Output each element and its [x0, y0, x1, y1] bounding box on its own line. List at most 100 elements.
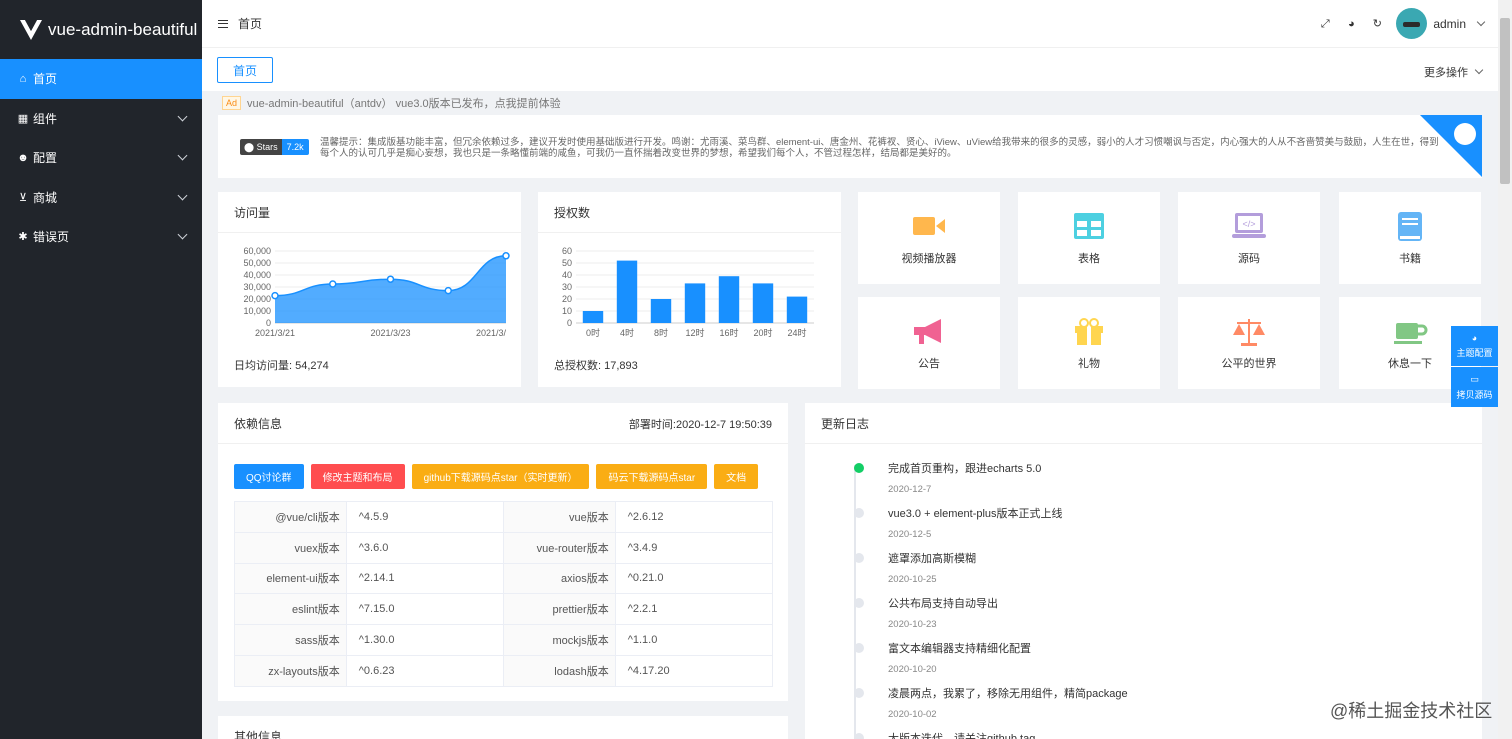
deps-card: 依赖信息 部署时间:2020-12-7 19:50:39 QQ讨论群 修改主题和布…: [218, 403, 788, 701]
theme-config-button[interactable]: ◕ 主题配置: [1451, 326, 1498, 366]
coffee-icon: [1394, 323, 1428, 344]
tile-3[interactable]: 书籍: [1339, 192, 1481, 284]
auth-chart: 0 10 20 30 40 50 60 0时 4时 8时 12时 16时 20时 24时: [562, 246, 814, 338]
dep-version-cell: ^1.1.0: [614, 624, 774, 656]
tile-label: 视频播放器: [901, 253, 957, 265]
tile-label: 书籍: [1399, 253, 1421, 265]
cubes-icon: ▦: [17, 112, 29, 125]
sidebar-item-2[interactable]: ☻ 配置: [0, 138, 202, 178]
tile-label: 表格: [1078, 253, 1100, 265]
timeline-item: 大版本迭代，请关注github tag: [854, 730, 1260, 739]
github-stars-badge[interactable]: ⬤ Stars 7.2k: [240, 139, 309, 155]
tile-label: 礼物: [1078, 358, 1100, 370]
data-point: [444, 286, 452, 295]
deps-button-2[interactable]: github下载源码点star（实时更新）: [411, 464, 590, 489]
y-tick-label: 60: [562, 246, 572, 256]
visits-area: [275, 255, 506, 323]
bar: [684, 283, 706, 323]
timeline-text: 遮罩添加高斯模糊: [888, 553, 976, 565]
sidebar-item-3[interactable]: ⊻ 商城: [0, 178, 202, 218]
sidebar-item-label: 配置: [33, 151, 58, 166]
bar: [718, 276, 740, 323]
more-operations-dropdown[interactable]: 更多操作: [1424, 64, 1484, 80]
chevron-down-icon: [177, 190, 188, 200]
ad-banner[interactable]: Ad vue-admin-beautiful（antdv） vue3.0版本已发…: [222, 95, 561, 111]
bar: [786, 296, 808, 323]
username[interactable]: admin: [1433, 17, 1466, 31]
data-point: [271, 291, 279, 300]
menu-toggle-icon[interactable]: [218, 19, 228, 28]
visits-footer: 日均访问量: 54,274: [234, 360, 329, 372]
y-tick-label: 30,000: [243, 282, 271, 292]
data-point: [386, 275, 395, 283]
dep-version-cell: ^4.17.20: [614, 654, 774, 687]
deps-button-1[interactable]: 修改主题和布局: [310, 464, 405, 489]
sidebar-item-label: 商城: [33, 190, 58, 205]
stars-count: 7.2k: [281, 139, 309, 155]
bullhorn-icon: [914, 319, 941, 344]
sidebar-item-1[interactable]: ▦ 组件: [0, 99, 202, 139]
vue-logo-icon: [20, 19, 42, 40]
copy-source-button[interactable]: ▭ 拷贝源码: [1451, 367, 1498, 407]
x-tick-label: 2021/3/21: [255, 328, 295, 338]
deploy-time: 部署时间:2020-12-7 19:50:39: [628, 419, 772, 431]
tile-0[interactable]: 视频播放器: [858, 192, 1000, 284]
deps-button-3[interactable]: 码云下载源码点star: [596, 464, 708, 489]
dep-name-cell: zx-layouts版本: [234, 654, 347, 687]
other-card-title: 其他信息: [218, 716, 788, 739]
user-dropdown-chevron-icon[interactable]: [1476, 17, 1486, 26]
tile-1[interactable]: 表格: [1018, 192, 1160, 284]
breadcrumb[interactable]: 首页: [238, 15, 262, 32]
timeline-date: 2020-12-7: [888, 484, 932, 495]
tile-5[interactable]: 礼物: [1018, 297, 1160, 389]
deps-button-0[interactable]: QQ讨论群: [234, 464, 304, 489]
sidebar: vue-admin-beautiful ⌂ 首页 ▦ 组件 ☻ 配置 ⊻ 商城 ✱ 错误页: [0, 0, 202, 739]
table-row: sass版本 ^1.30.0 mockjs版本 ^1.1.0: [234, 624, 774, 656]
dep-version-cell: ^3.4.9: [614, 531, 774, 564]
timeline-date: 2020-10-25: [888, 574, 937, 585]
y-tick-label: 40,000: [243, 270, 271, 280]
sidebar-item-0[interactable]: ⌂ 首页: [0, 59, 202, 99]
dep-version-cell: ^2.2.1: [614, 593, 774, 626]
x-tick-label: 24时: [787, 327, 806, 338]
table-row: zx-layouts版本 ^0.6.23 lodash版本 ^4.17.20: [234, 654, 774, 687]
table-row: vuex版本 ^3.6.0 vue-router版本 ^3.4.9: [234, 531, 774, 564]
chevron-down-icon: [177, 150, 188, 161]
scrollbar-thumb[interactable]: [1500, 18, 1510, 184]
palette-icon[interactable]: ◕: [1344, 17, 1358, 31]
dep-version-cell: ^2.6.12: [614, 501, 774, 533]
tile-4[interactable]: 公告: [858, 297, 1000, 389]
sidebar-menu: ⌂ 首页 ▦ 组件 ☻ 配置 ⊻ 商城 ✱ 错误页: [0, 59, 202, 257]
book-icon: [1398, 212, 1422, 241]
auth-card: 授权数 0 10 20 30 40 50 60 0时 4时 8时 12时 16时 20时 24时 总授权数…: [538, 192, 841, 387]
tile-6[interactable]: 公平的世界: [1178, 297, 1320, 389]
github-corner-icon[interactable]: [1420, 115, 1482, 177]
y-tick-label: 50,000: [243, 258, 271, 268]
x-tick-label: 16时: [719, 327, 738, 338]
app-logo[interactable]: vue-admin-beautiful: [0, 0, 202, 59]
tab-home[interactable]: 首页: [217, 57, 273, 83]
code-icon: </>: [1232, 213, 1266, 238]
dep-name-cell: lodash版本: [502, 654, 616, 687]
tile-2[interactable]: </> 源码: [1178, 192, 1320, 284]
refresh-icon[interactable]: ↻: [1370, 17, 1384, 31]
fullscreen-icon[interactable]: ⤢: [1318, 17, 1332, 31]
timeline-text: 凌晨两点，我累了，移除无用组件，精简package: [888, 688, 1128, 700]
visits-card: 访问量 0 10,000 20,000 30,000 40,000 50,000 60,00…: [218, 192, 521, 387]
avatar[interactable]: [1396, 8, 1428, 39]
gift-icon: [1075, 318, 1103, 345]
copy-source-label: 拷贝源码: [1456, 389, 1493, 400]
y-tick-label: 10: [562, 306, 572, 316]
cart-icon: ⊻: [18, 191, 28, 204]
sidebar-item-4[interactable]: ✱ 错误页: [0, 217, 202, 257]
more-operations-label: 更多操作: [1424, 67, 1468, 79]
data-point: [329, 280, 337, 288]
y-tick-label: 0: [266, 318, 271, 328]
y-tick-label: 20: [562, 294, 572, 304]
tabs-bar: 首页 更多操作: [202, 47, 1498, 91]
timeline-dot: [854, 733, 864, 739]
x-tick-label: 2021/3/23: [370, 328, 410, 338]
deps-button-4[interactable]: 文档: [714, 464, 759, 489]
timeline-item: 公共布局支持自动导出 2020-10-23: [854, 595, 1260, 630]
header-actions: ⤢ ◕ ↻ admin: [1318, 0, 1486, 47]
